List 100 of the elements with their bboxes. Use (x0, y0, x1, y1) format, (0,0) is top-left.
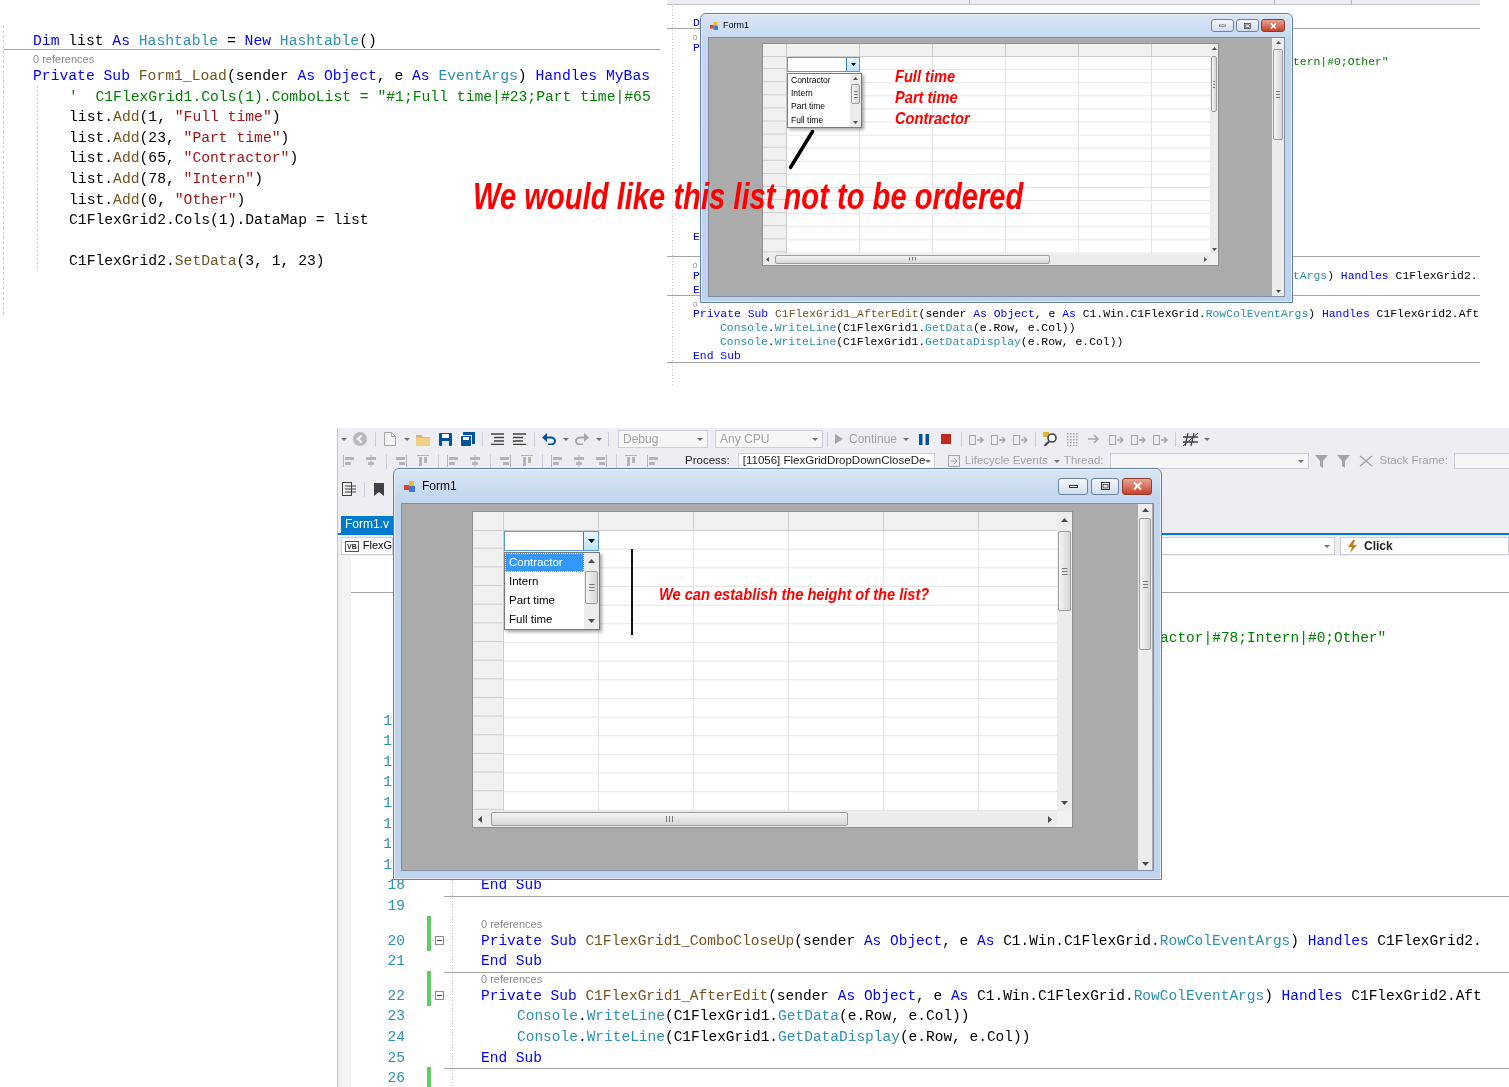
layout-tool-icon[interactable] (573, 455, 585, 467)
down-arrow-icon[interactable] (1275, 290, 1281, 293)
scrollbar-thumb[interactable] (775, 254, 1050, 264)
up-arrow-icon[interactable] (853, 77, 858, 80)
right-arrow-icon[interactable] (1204, 256, 1207, 262)
codelens-text[interactable]: 0 (693, 261, 698, 270)
list-item[interactable]: Intern (505, 572, 584, 591)
down-arrow-icon[interactable] (1061, 801, 1068, 806)
scrollbar[interactable] (1138, 504, 1152, 870)
left-arrow-icon[interactable] (478, 815, 482, 823)
layout-tool-icon[interactable] (447, 455, 459, 467)
maximize-button[interactable] (1091, 477, 1119, 495)
codelens-text[interactable]: 0 references (481, 972, 543, 985)
save-icon[interactable] (438, 432, 452, 446)
stop-icon[interactable] (941, 434, 952, 444)
collapse-icon[interactable] (434, 991, 444, 1000)
step-arrow-icon[interactable] (1108, 433, 1124, 445)
back-icon[interactable] (353, 432, 367, 446)
layout-tool-icon[interactable] (343, 455, 355, 467)
scrollbar-thumb[interactable] (1139, 518, 1151, 650)
up-arrow-icon[interactable] (1141, 508, 1149, 512)
codelens-text[interactable]: 0 references (481, 917, 543, 930)
list-item[interactable]: Full time (505, 610, 584, 629)
caret-icon[interactable] (340, 437, 347, 441)
list-item[interactable]: Full time (788, 113, 850, 127)
down-arrow-icon[interactable] (853, 120, 858, 124)
down-arrow-icon[interactable] (1211, 247, 1217, 251)
layout-tool-icon[interactable] (365, 455, 377, 467)
layout-tool-icon[interactable] (499, 455, 511, 467)
left-arrow-icon[interactable] (766, 256, 769, 262)
pause-icon[interactable] (919, 433, 930, 445)
close-button[interactable] (1261, 19, 1285, 32)
document-tab[interactable]: Form1.v (341, 516, 393, 533)
dotted-grid-icon[interactable] (1066, 432, 1079, 446)
bookmark-icon[interactable] (374, 482, 384, 496)
scrollbar[interactable] (850, 74, 861, 127)
layout-tool-icon[interactable] (595, 455, 607, 467)
caret-icon[interactable] (595, 437, 602, 441)
list-item[interactable]: Part time (505, 591, 584, 610)
codelens-text[interactable]: 0 references (33, 53, 95, 66)
step-arrow-icon[interactable] (968, 433, 984, 445)
scrollbar-thumb[interactable] (491, 812, 848, 827)
dropdown-button[interactable] (846, 58, 859, 71)
funnel-icon[interactable] (1337, 454, 1350, 468)
scrollbar-thumb[interactable] (585, 571, 598, 604)
undo-icon[interactable] (542, 433, 556, 445)
layout-tool-icon[interactable] (625, 455, 637, 467)
close-button[interactable] (1122, 477, 1152, 495)
list-item[interactable]: Intern (788, 87, 850, 101)
layout-tool-icon[interactable] (647, 455, 659, 467)
caret-icon[interactable] (562, 437, 569, 441)
step-arrow-icon[interactable] (1130, 433, 1146, 445)
lifecycle-icon[interactable] (947, 455, 960, 467)
scrollbar[interactable] (1210, 44, 1218, 254)
hash-icon[interactable] (1182, 432, 1198, 446)
new-document-icon[interactable] (384, 432, 396, 446)
list-item[interactable]: Contractor (788, 74, 850, 88)
layout-tool-icon[interactable] (417, 455, 429, 467)
list-item[interactable]: Part time (788, 100, 850, 114)
scrollbar[interactable] (1057, 512, 1072, 812)
caret-icon[interactable] (1203, 437, 1210, 441)
search-icon[interactable] (1043, 432, 1058, 446)
funnel-icon[interactable] (1315, 454, 1328, 468)
up-arrow-icon[interactable] (1275, 41, 1281, 44)
scrollbar-thumb[interactable] (851, 84, 860, 104)
step-arrow-icon[interactable] (1152, 433, 1168, 445)
text-lines-icon[interactable] (512, 433, 526, 445)
down-arrow-icon[interactable] (588, 619, 595, 623)
dropdown-button[interactable] (583, 532, 598, 550)
list-item[interactable]: Contractor (505, 553, 584, 572)
codelens-text[interactable]: 0 (693, 300, 698, 309)
right-arrow-icon[interactable] (1048, 815, 1052, 823)
down-arrow-icon[interactable] (1141, 862, 1149, 866)
scrollbar[interactable] (473, 811, 1057, 828)
scrollbar-thumb[interactable] (1211, 56, 1217, 112)
scrollbar[interactable] (763, 253, 1210, 265)
document-list-icon[interactable] (342, 482, 356, 496)
scrollbar[interactable] (1272, 38, 1284, 296)
crossed-lines-icon[interactable] (1358, 455, 1373, 467)
up-arrow-icon[interactable] (1061, 518, 1068, 522)
step-arrow-icon[interactable] (1012, 433, 1028, 445)
up-arrow-icon[interactable] (1211, 47, 1217, 50)
scrollbar-thumb[interactable] (1058, 531, 1071, 611)
step-arrow-icon[interactable] (990, 433, 1006, 445)
text-lines-icon[interactable] (490, 433, 504, 445)
scrollbar-thumb[interactable] (1273, 49, 1283, 140)
minimize-button[interactable] (1058, 477, 1088, 495)
caret-icon[interactable] (403, 437, 410, 441)
collapse-icon[interactable] (434, 935, 444, 945)
layout-tool-icon[interactable] (551, 455, 563, 467)
stack-frame-field[interactable] (1453, 453, 1509, 469)
redo-icon[interactable] (575, 433, 589, 445)
process-dropdown[interactable]: [11056] FlexGridDropDownCloseDe (737, 453, 935, 469)
codelens-text[interactable]: 0 (693, 33, 698, 42)
maximize-button[interactable] (1236, 19, 1259, 32)
event-dropdown[interactable]: Click (1340, 537, 1509, 555)
up-arrow-icon[interactable] (588, 559, 595, 563)
layout-tool-icon[interactable] (521, 455, 533, 467)
save-all-icon[interactable] (459, 431, 475, 447)
layout-tool-icon[interactable] (395, 455, 407, 467)
